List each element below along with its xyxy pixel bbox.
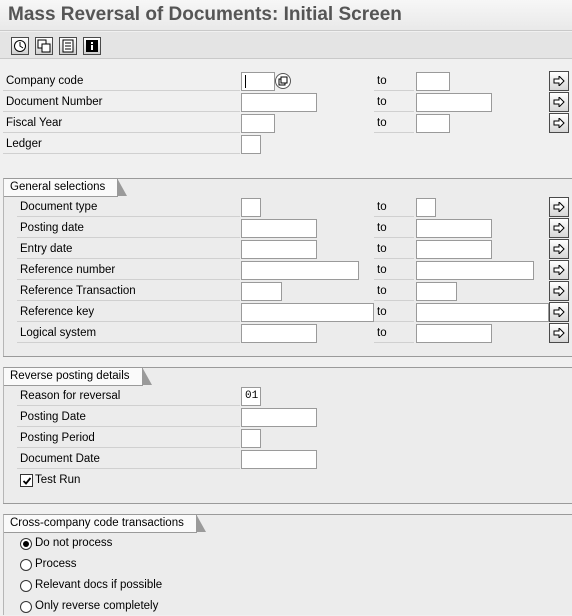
fiscal-year-to-label: to [374, 114, 414, 133]
only-reverse-completely-label: Only reverse completely [35, 600, 159, 612]
logical-system-label: Logical system [17, 324, 240, 343]
search-help-icon[interactable] [275, 73, 291, 89]
posting-period-label: Posting Period [17, 429, 240, 448]
program-info-icon[interactable] [83, 37, 101, 55]
document-type-to-label: to [374, 198, 414, 217]
do-not-process-radio[interactable] [20, 538, 32, 550]
logical-system-to-label: to [374, 324, 414, 343]
entry-date-to-input[interactable] [416, 240, 492, 259]
posting-date-label: Posting date [17, 219, 240, 238]
entry-date-multiple-selection-button[interactable] [549, 239, 569, 259]
document-type-multiple-selection-button[interactable] [549, 197, 569, 217]
posting-date-multiple-selection-button[interactable] [549, 218, 569, 238]
reference-transaction-from-input[interactable] [241, 282, 282, 301]
test-run-label: Test Run [35, 474, 81, 486]
posting-date-reversal-input[interactable] [241, 408, 317, 427]
relevant-docs-radio[interactable] [20, 580, 32, 592]
fiscal-year-to-input[interactable] [416, 114, 450, 133]
reference-key-label: Reference key [17, 303, 240, 322]
document-number-from-input[interactable] [241, 93, 317, 112]
reason-for-reversal-input[interactable]: 01 [241, 387, 261, 406]
ledger-input[interactable] [241, 135, 261, 154]
reference-number-to-input[interactable] [416, 261, 534, 280]
reference-number-multiple-selection-button[interactable] [549, 260, 569, 280]
only-reverse-completely-radio[interactable] [20, 601, 32, 613]
relevant-docs-label: Relevant docs if possible [35, 579, 163, 591]
posting-date-reversal-label: Posting Date [17, 408, 240, 427]
company-code-label: Company code [3, 72, 240, 91]
company-code-to-label: to [374, 72, 414, 91]
cross-company-title: Cross-company code transactions [4, 514, 206, 533]
reference-transaction-to-input[interactable] [416, 282, 457, 301]
document-type-label: Document type [17, 198, 240, 217]
document-number-to-input[interactable] [416, 93, 492, 112]
reason-for-reversal-value: 01 [245, 390, 259, 402]
entry-date-label: Entry date [17, 240, 240, 259]
fiscal-year-multiple-selection-button[interactable] [549, 113, 569, 133]
reference-number-label: Reference number [17, 261, 240, 280]
document-date-label: Document Date [17, 450, 240, 469]
multiple-selection-icon[interactable] [59, 37, 77, 55]
entry-date-from-input[interactable] [241, 240, 317, 259]
page-title: Mass Reversal of Documents: Initial Scre… [0, 0, 572, 31]
reverse-posting-details-title: Reverse posting details [4, 367, 152, 386]
process-label: Process [35, 558, 77, 570]
do-not-process-label: Do not process [35, 537, 113, 549]
execute-icon[interactable] [11, 37, 29, 55]
document-type-to-input[interactable] [416, 198, 436, 217]
reference-transaction-to-label: to [374, 282, 414, 301]
reference-number-to-label: to [374, 261, 414, 280]
document-number-multiple-selection-button[interactable] [549, 92, 569, 112]
reference-key-to-input[interactable] [416, 303, 549, 322]
get-variant-icon[interactable] [35, 37, 53, 55]
process-radio[interactable] [20, 559, 32, 571]
reference-key-from-input[interactable] [241, 303, 374, 322]
logical-system-multiple-selection-button[interactable] [549, 323, 569, 343]
posting-date-from-input[interactable] [241, 219, 317, 238]
test-run-checkbox[interactable] [20, 474, 33, 487]
reference-transaction-multiple-selection-button[interactable] [549, 281, 569, 301]
entry-date-to-label: to [374, 240, 414, 259]
company-code-to-input[interactable] [416, 72, 450, 91]
document-date-input[interactable] [241, 450, 317, 469]
selection-screen: Company code to Document Number to Fisca… [0, 60, 572, 615]
fiscal-year-label: Fiscal Year [3, 114, 240, 133]
company-code-multiple-selection-button[interactable] [549, 71, 569, 91]
reference-key-to-label: to [374, 303, 414, 322]
logical-system-to-input[interactable] [416, 324, 492, 343]
company-code-from-input[interactable] [241, 72, 275, 91]
posting-period-input[interactable] [241, 429, 261, 448]
reference-number-from-input[interactable] [241, 261, 359, 280]
document-type-from-input[interactable] [241, 198, 261, 217]
document-number-label: Document Number [3, 93, 240, 112]
reference-transaction-label: Reference Transaction [17, 282, 240, 301]
logical-system-from-input[interactable] [241, 324, 317, 343]
reference-key-multiple-selection-button[interactable] [549, 302, 569, 322]
document-number-to-label: to [374, 93, 414, 112]
general-selections-title: General selections [4, 178, 128, 197]
application-toolbar [0, 32, 572, 59]
fiscal-year-from-input[interactable] [241, 114, 275, 133]
ledger-label: Ledger [3, 135, 240, 154]
reason-for-reversal-label: Reason for reversal [17, 387, 240, 406]
posting-date-to-label: to [374, 219, 414, 238]
posting-date-to-input[interactable] [416, 219, 492, 238]
